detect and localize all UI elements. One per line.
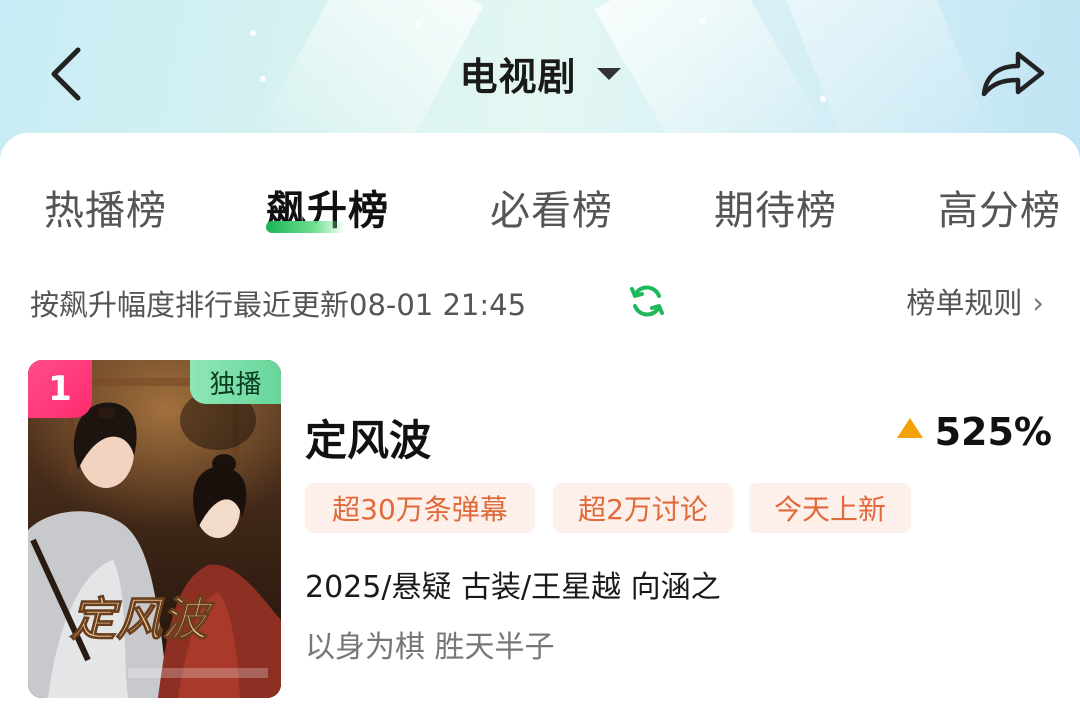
ranking-tabs: 热播榜 飙升榜 必看榜 期待榜 高分榜 [0, 170, 1080, 240]
rise-indicator: 525% [896, 410, 1052, 454]
tab-anticipated[interactable]: 期待榜 [714, 178, 837, 236]
rise-arrow-icon [896, 418, 923, 438]
poster-title-text: 定风波 [70, 592, 215, 646]
tab-high-score[interactable]: 高分榜 [938, 178, 1061, 236]
share-icon[interactable] [978, 42, 1048, 104]
tag-discussion-count: 超2万讨论 [553, 483, 733, 533]
chevron-right-icon: › [1032, 286, 1044, 320]
page-title: 电视剧 [459, 55, 577, 99]
tab-hot[interactable]: 热播榜 [44, 178, 167, 236]
tag-danmaku-count: 超30万条弹幕 [305, 483, 535, 533]
ranking-rules-label: 榜单规则 [906, 286, 1023, 320]
refresh-icon[interactable] [628, 282, 666, 320]
show-title[interactable]: 定风波 [305, 407, 431, 468]
rise-value: 525% [934, 410, 1052, 454]
ranking-rules-link[interactable]: 榜单规则 › [906, 280, 1044, 322]
tag-new-today: 今天上新 [749, 483, 911, 533]
show-tagline: 以身为棋 胜天半子 [305, 630, 555, 665]
show-meta: 2025/悬疑 古装/王星越 向涵之 [305, 570, 721, 605]
rank-badge: 1 [28, 360, 92, 418]
active-tab-indicator [266, 221, 346, 233]
category-selector[interactable]: 电视剧 [0, 46, 1080, 101]
nav-bar: 电视剧 [0, 0, 1080, 140]
tab-must-watch[interactable]: 必看榜 [490, 178, 613, 236]
exclusive-badge: 独播 [190, 360, 281, 404]
sort-update-text: 按飙升幅度排行最近更新08-01 21:45 [30, 288, 527, 322]
sort-info-bar: 按飙升幅度排行最近更新08-01 21:45 榜单规则 › [0, 276, 1080, 326]
caret-down-icon [596, 67, 621, 80]
